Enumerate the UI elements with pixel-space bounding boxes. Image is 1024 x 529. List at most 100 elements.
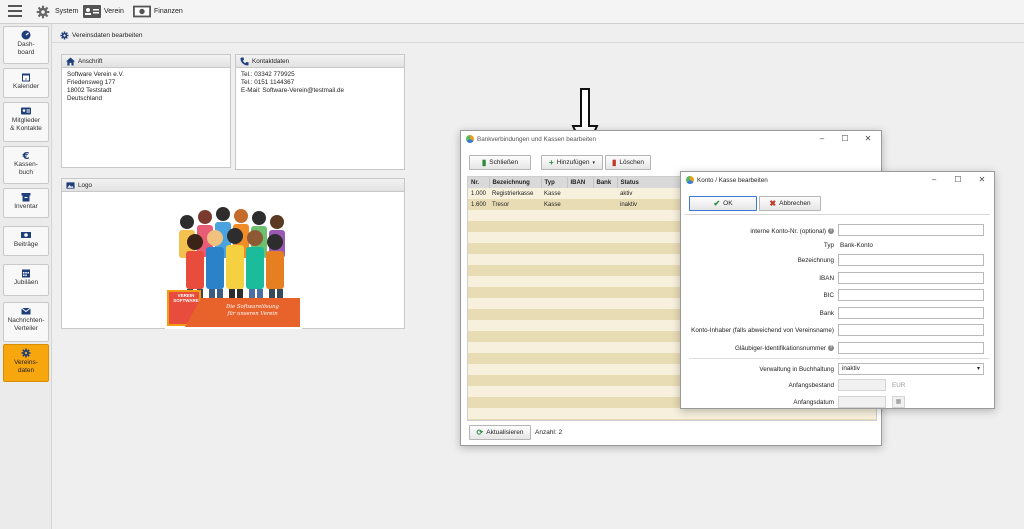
- sidebar-item-jubilaeen[interactable]: Jubiläen: [3, 264, 49, 296]
- sidebar-item-label: Dash- board: [17, 41, 35, 56]
- sidebar-item-kalender[interactable]: x Kalender: [3, 68, 49, 98]
- email-line: E-Mail: Software-Verein@testmail.de: [241, 87, 344, 94]
- typ-value: Bank-Konto: [840, 242, 873, 249]
- menu-icon[interactable]: [8, 5, 22, 17]
- cell: 1.000: [471, 190, 487, 197]
- nav-system[interactable]: System: [34, 3, 78, 20]
- record-count: Anzahl: 2: [535, 429, 563, 436]
- anfangsdatum-label: Anfangsdatum: [793, 399, 834, 406]
- sidebar-item-label: Nachrichten- Verteiler: [7, 317, 45, 332]
- glaeubiger-input[interactable]: [838, 342, 984, 354]
- close-button-label: Schließen: [489, 159, 519, 166]
- cancel-button[interactable]: ✖ Abbrechen: [759, 196, 821, 211]
- app-logo-icon: [466, 135, 474, 143]
- close-button[interactable]: ▮ Schließen: [469, 155, 531, 170]
- sidebar-item-beitraege[interactable]: Beiträge: [3, 226, 49, 256]
- sidebar-item-vereinsdaten[interactable]: Vereins- daten: [3, 344, 49, 382]
- bank-input[interactable]: [838, 307, 984, 319]
- breadcrumb: Vereinsdaten bearbeiten: [52, 28, 1024, 43]
- anfangsbestand-input[interactable]: [838, 379, 886, 391]
- trash-icon: ▮: [612, 158, 617, 167]
- col-header[interactable]: IBAN: [567, 177, 594, 188]
- verwaltung-value: inaktiv: [842, 365, 860, 372]
- maximize-icon[interactable]: ☐: [952, 174, 964, 186]
- currency-label: EUR: [892, 382, 906, 389]
- id-card-icon: [83, 5, 101, 19]
- sidebar-item-label: Jubiläen: [13, 279, 39, 286]
- verwaltung-select[interactable]: inaktiv ▾: [838, 363, 984, 375]
- box-icon: [21, 193, 31, 202]
- delete-button[interactable]: ▮ Löschen: [605, 155, 651, 170]
- bic-input[interactable]: [838, 289, 984, 301]
- maximize-icon[interactable]: ☐: [839, 133, 851, 145]
- logo-image: VEREIN SOFTWARE Die Softwarelösung für u…: [165, 192, 302, 329]
- col-header[interactable]: Bezeichnung: [489, 177, 542, 188]
- add-button-label: Hinzufügen: [556, 159, 590, 166]
- ok-button-label: OK: [723, 200, 733, 207]
- nav-system-label: System: [55, 8, 79, 15]
- logo-slogan-text: Die Softwarelösung für unseren Verein: [226, 304, 279, 317]
- speedometer-icon: [21, 30, 31, 40]
- col-header[interactable]: Bank: [593, 177, 618, 188]
- sidebar-item-dashboard[interactable]: Dash- board: [3, 26, 49, 64]
- kontakt-panel: Kontaktdaten Tel.: 03342 779925 Tel.: 01…: [235, 54, 405, 170]
- cell: [567, 188, 593, 199]
- plus-icon: +: [548, 158, 554, 167]
- bezeichnung-input[interactable]: [838, 254, 984, 266]
- calendar-icon[interactable]: ▦: [892, 396, 905, 408]
- bank-label: Bank: [819, 310, 834, 317]
- sidebar-item-label: Beiträge: [13, 241, 39, 248]
- close-icon[interactable]: ✕: [976, 174, 988, 186]
- iban-input[interactable]: [838, 272, 984, 284]
- sidebar-item-label: Inventar: [14, 203, 38, 210]
- cell: Kasse: [544, 201, 561, 208]
- euro-icon: €: [22, 151, 30, 160]
- sidebar-item-kassenbuch[interactable]: € Kassen- buch: [3, 146, 49, 184]
- nav-finanzen-label: Finanzen: [154, 8, 183, 15]
- kontakt-title: Kontaktdaten: [252, 57, 290, 65]
- sidebar-item-nachrichten[interactable]: Nachrichten- Verteiler: [3, 302, 49, 342]
- add-button[interactable]: + Hinzufügen ▾: [541, 155, 603, 170]
- image-icon: [66, 181, 75, 189]
- bezeichnung-label: Bezeichnung: [797, 257, 834, 264]
- typ-label: Typ: [823, 242, 834, 249]
- chevron-down-icon: ▾: [592, 159, 596, 166]
- anfangsdatum-input[interactable]: [838, 396, 886, 408]
- cell: Tresor: [492, 201, 510, 208]
- anfangsbestand-label: Anfangsbestand: [788, 382, 834, 389]
- nav-finanzen[interactable]: Finanzen: [133, 3, 183, 20]
- refresh-button[interactable]: ⟳ Aktualisieren: [469, 425, 531, 440]
- exit-door-icon: ▮: [481, 158, 487, 167]
- minimize-icon[interactable]: –: [928, 174, 940, 186]
- konto-dialog-titlebar: Konto / Kasse bearbeiten: [681, 172, 994, 188]
- gear-icon: [60, 30, 69, 40]
- address-line: 18002 Teststadt: [67, 87, 112, 94]
- home-icon: [66, 56, 75, 66]
- sidebar-item-label: Mitglieder & Kontakte: [10, 117, 42, 132]
- money-icon: [21, 232, 31, 238]
- svg-text:€: €: [22, 151, 30, 160]
- refresh-button-label: Aktualisieren: [486, 429, 524, 436]
- help-icon[interactable]: ?: [828, 228, 834, 235]
- nav-verein[interactable]: Verein: [83, 3, 124, 20]
- calendar-icon: x: [22, 73, 30, 82]
- address-line: Deutschland: [67, 95, 103, 102]
- anschrift-title: Anschrift: [78, 57, 103, 65]
- close-icon[interactable]: ✕: [862, 133, 874, 145]
- konto-dialog-title: Konto / Kasse bearbeiten: [697, 176, 768, 184]
- minimize-icon[interactable]: –: [816, 133, 828, 145]
- inhaber-input[interactable]: [838, 324, 984, 336]
- iban-label: IBAN: [819, 275, 834, 282]
- sidebar-item-inventar[interactable]: Inventar: [3, 188, 49, 218]
- bic-label: BIC: [823, 292, 835, 299]
- sidebar-item-mitglieder[interactable]: Mitglieder & Kontakte: [3, 102, 49, 142]
- intern-nr-input[interactable]: [838, 224, 984, 236]
- chevron-down-icon: ▾: [976, 366, 980, 372]
- address-line: Friedensweg 177: [67, 79, 116, 86]
- col-header[interactable]: Typ: [541, 177, 568, 188]
- anschrift-panel: Anschrift Software Verein e.V. Friedensw…: [61, 54, 231, 168]
- col-header[interactable]: Nr.: [468, 177, 490, 188]
- help-icon[interactable]: ?: [828, 345, 834, 352]
- mail-icon: [21, 307, 31, 315]
- ok-button[interactable]: ✔ OK: [689, 196, 757, 211]
